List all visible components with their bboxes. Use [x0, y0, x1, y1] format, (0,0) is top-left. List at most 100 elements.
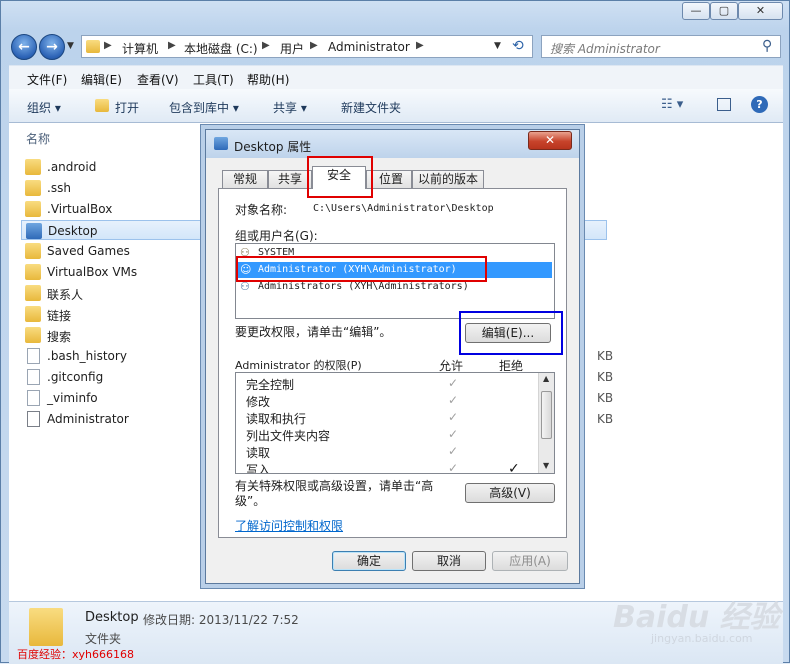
- menu-edit[interactable]: 编辑(E): [81, 71, 122, 88]
- breadcrumb-separator-icon[interactable]: ▶: [416, 40, 424, 51]
- details-name: Desktop: [85, 610, 139, 625]
- maximize-button[interactable]: ▢: [710, 2, 738, 20]
- dialog-titlebar: Desktop 属性 ✕: [206, 130, 579, 158]
- menu-tools[interactable]: 工具(T): [193, 71, 234, 88]
- minimize-icon: —: [690, 4, 702, 17]
- permissions-title: Administrator 的权限(P): [235, 359, 362, 372]
- folder-icon: [86, 40, 100, 53]
- scroll-up-icon[interactable]: ▲: [543, 374, 549, 383]
- dialog-close-button[interactable]: ✕: [528, 131, 572, 150]
- refresh-icon[interactable]: ⟲: [512, 38, 524, 54]
- tab-previous-versions[interactable]: 以前的版本: [412, 170, 484, 188]
- breadcrumb-administrator[interactable]: Administrator: [328, 40, 410, 54]
- menu-file[interactable]: 文件(F): [27, 71, 67, 88]
- permissions-listbox[interactable]: 完全控制 ✓ 修改 ✓ 读取和执行 ✓ 列出文件夹内容 ✓ 读取 ✓ 写入 ✓ …: [235, 372, 555, 474]
- folder-icon: [25, 201, 41, 217]
- back-arrow-icon: ←: [18, 39, 30, 55]
- column-header-name[interactable]: 名称: [26, 130, 50, 147]
- user-file-icon: [27, 411, 40, 427]
- folder-icon: [25, 180, 41, 196]
- desktop-folder-icon: [26, 223, 42, 239]
- item-name: .gitconfig: [47, 370, 104, 384]
- item-name: Desktop: [48, 224, 98, 238]
- object-name-value: C:\Users\Administrator\Desktop: [313, 203, 494, 214]
- search-icon[interactable]: ⚲: [762, 38, 772, 54]
- file-icon: [27, 348, 40, 364]
- permission-name: 写入: [246, 463, 271, 474]
- minimize-button[interactable]: —: [682, 2, 710, 20]
- deny-checkmark-icon: ✓: [508, 461, 520, 474]
- folder-icon: [25, 243, 41, 259]
- menu-help[interactable]: 帮助(H): [247, 71, 289, 88]
- breadcrumb-separator-icon[interactable]: ▶: [168, 40, 176, 51]
- user-name: Administrators (XYH\Administrators): [258, 281, 469, 292]
- special-permissions-hint: 有关特殊权限或高级设置，请单击“高级”。: [235, 479, 434, 508]
- advanced-button[interactable]: 高级(V): [465, 483, 555, 503]
- item-name: _viminfo: [47, 391, 98, 405]
- permissions-scrollbar[interactable]: ▲ ▼: [538, 373, 554, 473]
- item-size: KB: [597, 412, 614, 426]
- view-options-icon[interactable]: ☷ ▾: [661, 97, 683, 112]
- security-tab-panel: 对象名称: C:\Users\Administrator\Desktop 组或用…: [218, 188, 567, 538]
- new-folder-button[interactable]: 新建文件夹: [341, 99, 401, 116]
- breadcrumb-computer[interactable]: 计算机: [122, 40, 158, 57]
- desktop-folder-icon: [214, 137, 228, 150]
- user-row-administrators[interactable]: ⚇ Administrators (XYH\Administrators): [238, 280, 552, 294]
- permission-name: 读取和执行: [246, 412, 307, 426]
- apply-button[interactable]: 应用(A): [492, 551, 568, 571]
- menu-view[interactable]: 查看(V): [137, 71, 179, 88]
- item-name: Saved Games: [47, 244, 130, 258]
- allow-checkmark-icon: ✓: [448, 461, 459, 474]
- close-button[interactable]: ✕: [738, 2, 783, 20]
- maximize-icon: ▢: [718, 4, 730, 17]
- learn-access-control-link[interactable]: 了解访问控制和权限: [235, 517, 343, 534]
- search-input[interactable]: 搜索 Administrator ⚲: [541, 35, 781, 58]
- breadcrumb-separator-icon[interactable]: ▶: [310, 40, 318, 51]
- item-name: .bash_history: [47, 349, 127, 363]
- annotation-blue-box-edit-button: [459, 311, 563, 355]
- item-size: KB: [597, 349, 614, 363]
- open-folder-icon: [95, 99, 109, 112]
- permission-name: 完全控制: [246, 378, 295, 392]
- change-permissions-hint: 要更改权限，请单击“编辑”。: [235, 325, 392, 339]
- desktop-folder-large-icon: [29, 608, 63, 646]
- details-type: 文件夹: [85, 632, 122, 646]
- allow-checkmark-icon: ✓: [448, 376, 459, 390]
- item-size: KB: [597, 391, 614, 405]
- history-dropdown-icon[interactable]: ▼: [67, 41, 74, 51]
- item-name: .VirtualBox: [47, 202, 113, 216]
- back-button[interactable]: ←: [11, 34, 37, 60]
- share-button[interactable]: 共享 ▾: [273, 99, 307, 116]
- breadcrumb-separator-icon[interactable]: ▶: [262, 40, 270, 51]
- cancel-button[interactable]: 取消: [412, 551, 486, 571]
- tab-sharing[interactable]: 共享: [268, 170, 312, 188]
- item-name: .ssh: [47, 181, 71, 195]
- baidu-watermark-site: jingyan.baidu.com: [651, 632, 753, 645]
- organize-button[interactable]: 组织 ▾: [27, 99, 61, 116]
- address-dropdown-icon[interactable]: ▼: [494, 41, 501, 51]
- address-bar[interactable]: ▶ 计算机 ▶ 本地磁盘 (C:) ▶ 用户 ▶ Administrator ▶…: [81, 35, 533, 58]
- help-icon[interactable]: ?: [751, 96, 768, 113]
- breadcrumb-users[interactable]: 用户: [280, 40, 304, 57]
- menu-bar: 文件(F) 编辑(E) 查看(V) 工具(T) 帮助(H): [9, 65, 783, 90]
- links-folder-icon: [25, 306, 41, 322]
- group-users-label: 组或用户名(G):: [235, 229, 318, 243]
- item-name: VirtualBox VMs: [47, 265, 138, 279]
- item-name: .android: [47, 160, 97, 174]
- permission-name: 列出文件夹内容: [246, 429, 331, 443]
- breadcrumb-local-disk[interactable]: 本地磁盘 (C:): [184, 40, 258, 57]
- tab-general[interactable]: 常规: [222, 170, 268, 188]
- item-name: 搜索: [47, 330, 72, 344]
- permission-name: 修改: [246, 395, 271, 409]
- scroll-down-icon[interactable]: ▼: [543, 461, 549, 470]
- include-in-library-button[interactable]: 包含到库中 ▾: [169, 99, 239, 116]
- folder-icon: [25, 264, 41, 280]
- author-watermark: 百度经验：xyh666168: [17, 648, 134, 661]
- forward-button[interactable]: →: [39, 34, 65, 60]
- close-icon: ✕: [544, 133, 556, 147]
- open-button[interactable]: 打开: [115, 99, 139, 116]
- ok-button[interactable]: 确定: [332, 551, 406, 571]
- preview-pane-icon[interactable]: [717, 98, 731, 111]
- allow-checkmark-icon: ✓: [448, 393, 459, 407]
- scroll-thumb[interactable]: [541, 391, 552, 439]
